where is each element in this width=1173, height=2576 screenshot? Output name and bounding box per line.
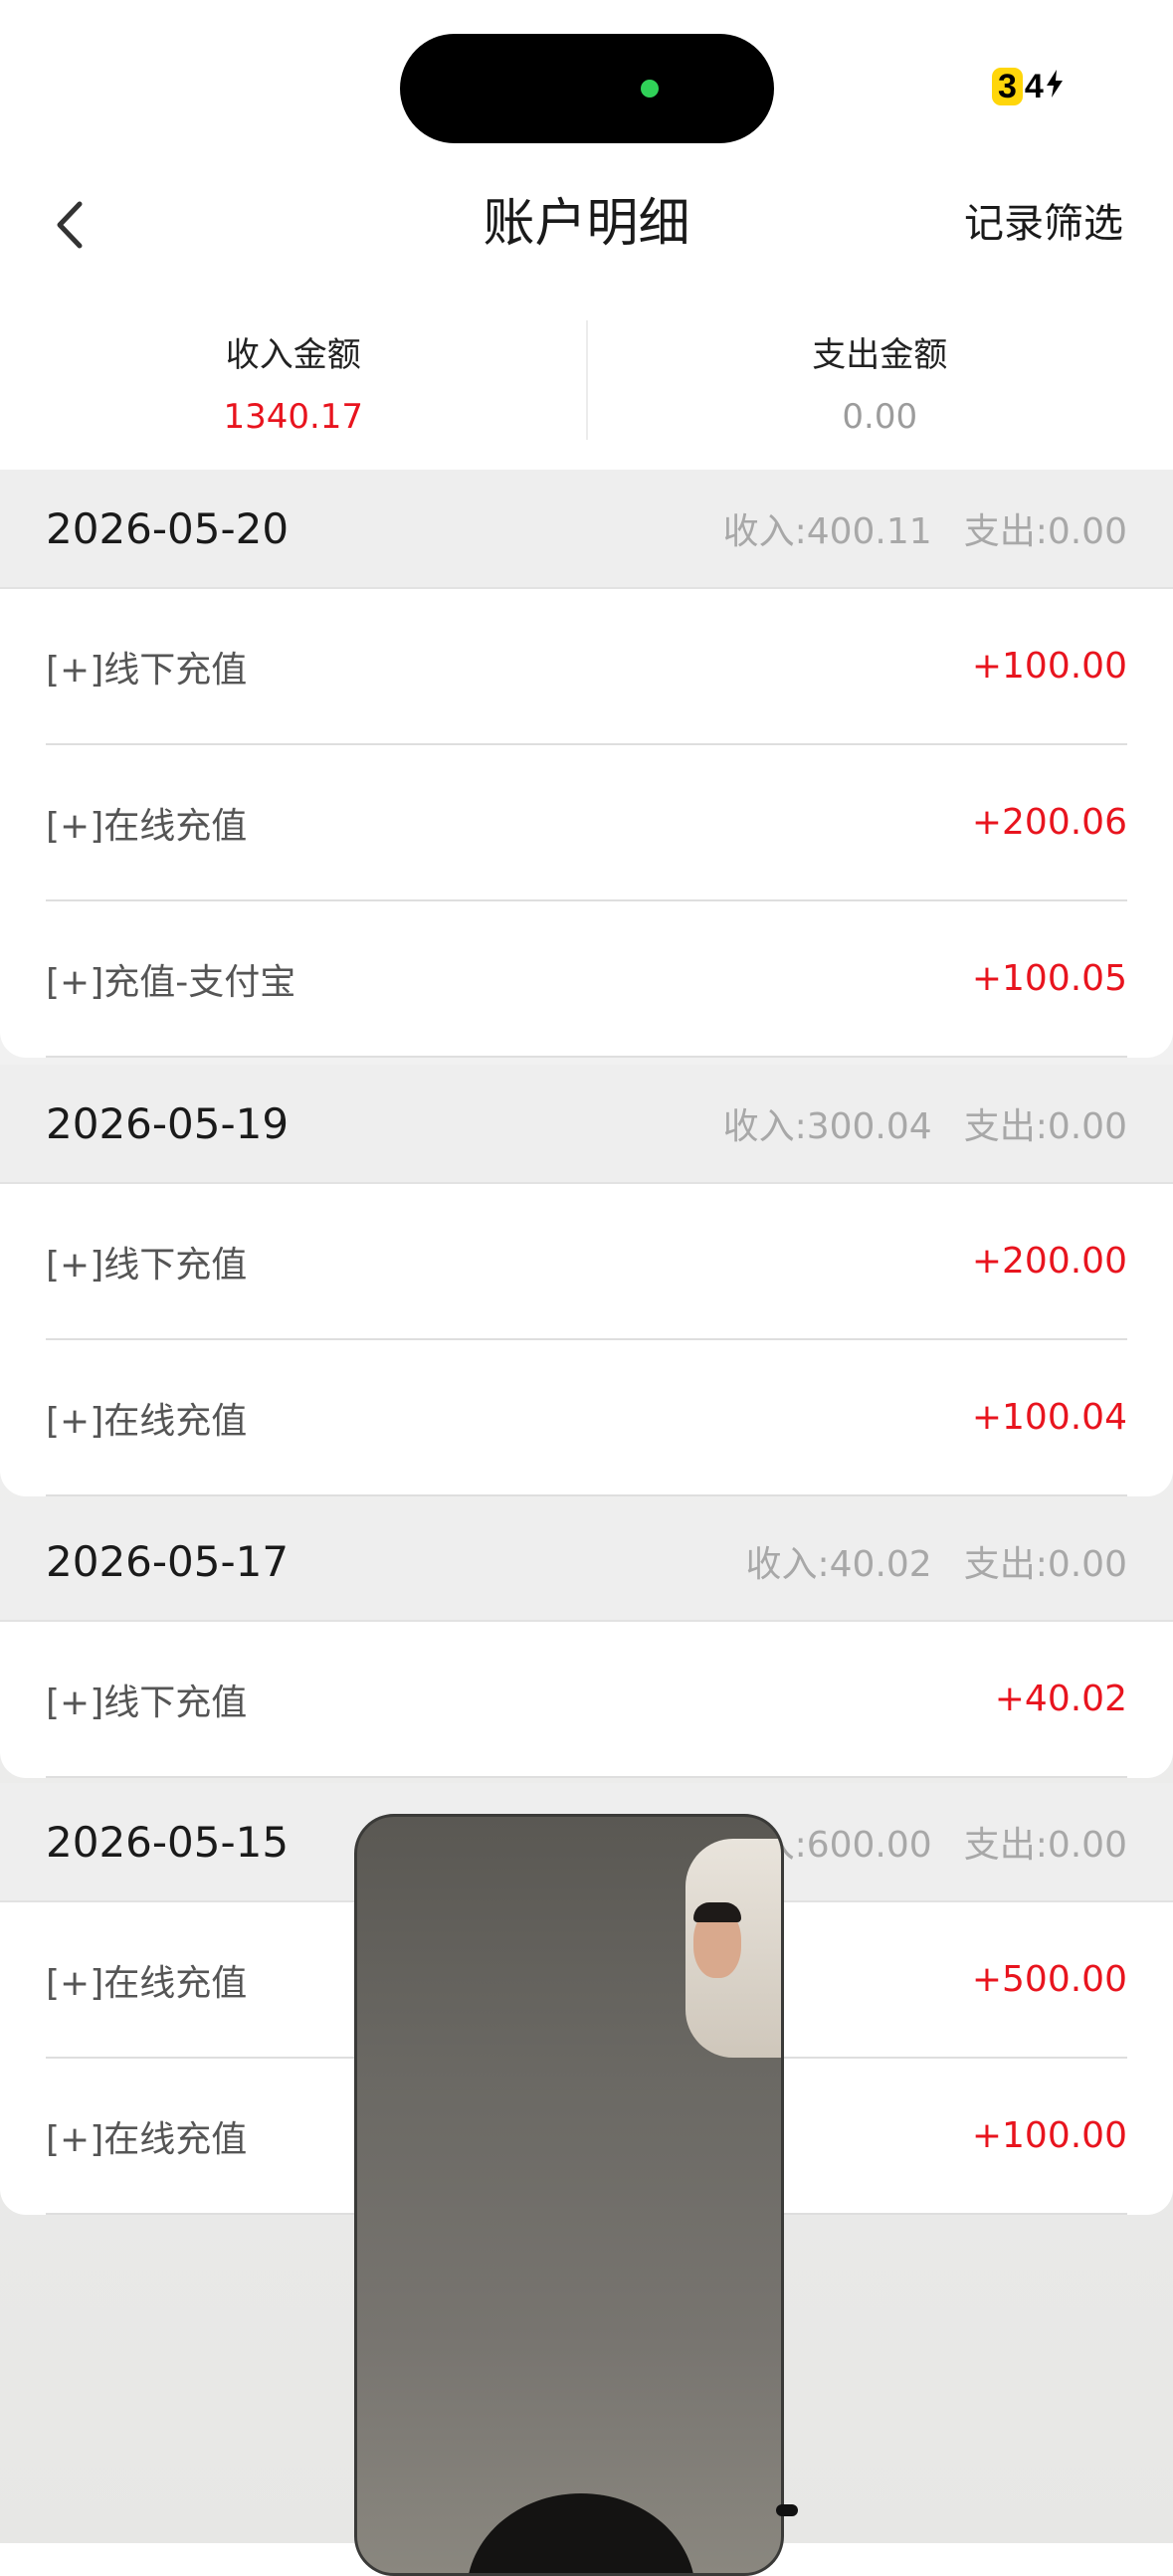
group-expense: 支出:0.00 [964, 1544, 1127, 1585]
dynamic-island [400, 34, 774, 143]
item-amount: +100.00 [972, 646, 1127, 687]
date-group: 2026-05-19 收入:300.04 支出:0.00 [+]线下充值 +200… [0, 1065, 1173, 1496]
self-camera-preview [685, 1839, 781, 2058]
group-totals: 收入:40.02 支出:0.00 [746, 1535, 1128, 1587]
remote-caller-video [467, 2493, 695, 2576]
item-label: [+]在线充值 [46, 2110, 247, 2162]
income-summary: 收入金额 1340.17 [0, 318, 587, 470]
item-label: [+]在线充值 [46, 1954, 247, 2006]
group-date: 2026-05-17 [46, 1537, 289, 1586]
item-label: [+]充值-支付宝 [46, 953, 295, 1005]
group-expense: 支出:0.00 [964, 511, 1127, 552]
item-amount: +40.02 [995, 1679, 1127, 1719]
list-item[interactable]: [+]在线充值 +200.06 [46, 745, 1127, 901]
item-amount: +100.04 [972, 1397, 1127, 1438]
date-group-header: 2026-05-17 收入:40.02 支出:0.00 [0, 1502, 1173, 1622]
date-group: 2026-05-20 收入:400.11 支出:0.00 [+]线下充值 +100… [0, 470, 1173, 1058]
list-item[interactable]: [+]在线充值 +100.04 [46, 1340, 1127, 1496]
group-expense: 支出:0.00 [964, 1825, 1127, 1866]
group-date: 2026-05-19 [46, 1099, 289, 1148]
income-label: 收入金额 [0, 332, 587, 378]
group-expense: 支出:0.00 [964, 1106, 1127, 1147]
item-label: [+]在线充值 [46, 1392, 247, 1444]
list-item[interactable]: [+]线下充值 +100.00 [46, 589, 1127, 745]
item-label: [+]在线充值 [46, 797, 247, 849]
group-income: 收入:400.11 [723, 511, 932, 552]
list-item[interactable]: [+]线下充值 +40.02 [46, 1622, 1127, 1778]
bolt-icon [1046, 70, 1064, 104]
group-income: 收入:300.04 [723, 1106, 932, 1147]
battery-level-rest: 4 [1025, 68, 1044, 105]
income-value: 1340.17 [0, 392, 587, 442]
item-amount: +500.00 [972, 1959, 1127, 2000]
summary-panel: 收入金额 1340.17 支出金额 0.00 [0, 318, 1173, 470]
date-group: 2026-05-17 收入:40.02 支出:0.00 [+]线下充值 +40.0… [0, 1502, 1173, 1778]
group-income: 收入:40.02 [746, 1544, 932, 1585]
item-amount: +200.00 [972, 1241, 1127, 1282]
battery-level: 3 [992, 68, 1023, 105]
expense-summary: 支出金额 0.00 [587, 318, 1173, 470]
list-item[interactable]: [+]线下充值 +200.00 [46, 1184, 1127, 1340]
item-amount: +100.05 [972, 958, 1127, 999]
summary-divider [586, 320, 588, 440]
group-totals: 收入:300.04 支出:0.00 [723, 1097, 1127, 1149]
item-label: [+]线下充值 [46, 1674, 247, 1725]
camera-indicator-dot [641, 80, 659, 98]
group-date: 2026-05-15 [46, 1818, 289, 1867]
group-totals: 收入:400.11 支出:0.00 [723, 502, 1127, 554]
expense-value: 0.00 [587, 392, 1173, 442]
expense-label: 支出金额 [587, 332, 1173, 378]
date-group-header: 2026-05-20 收入:400.11 支出:0.00 [0, 470, 1173, 589]
video-call-pip[interactable] [354, 1814, 784, 2576]
date-group-header: 2026-05-19 收入:300.04 支出:0.00 [0, 1065, 1173, 1184]
item-amount: +100.00 [972, 2115, 1127, 2156]
item-label: [+]线下充值 [46, 641, 247, 693]
item-amount: +200.06 [972, 802, 1127, 843]
self-hair [693, 1902, 741, 1922]
battery-indicator: 3 4 [992, 66, 1064, 107]
item-label: [+]线下充值 [46, 1236, 247, 1288]
record-filter-button[interactable]: 记录筛选 [964, 194, 1123, 254]
group-date: 2026-05-20 [46, 504, 289, 553]
list-item[interactable]: [+]充值-支付宝 +100.05 [46, 901, 1127, 1058]
home-indicator[interactable] [776, 2504, 798, 2516]
